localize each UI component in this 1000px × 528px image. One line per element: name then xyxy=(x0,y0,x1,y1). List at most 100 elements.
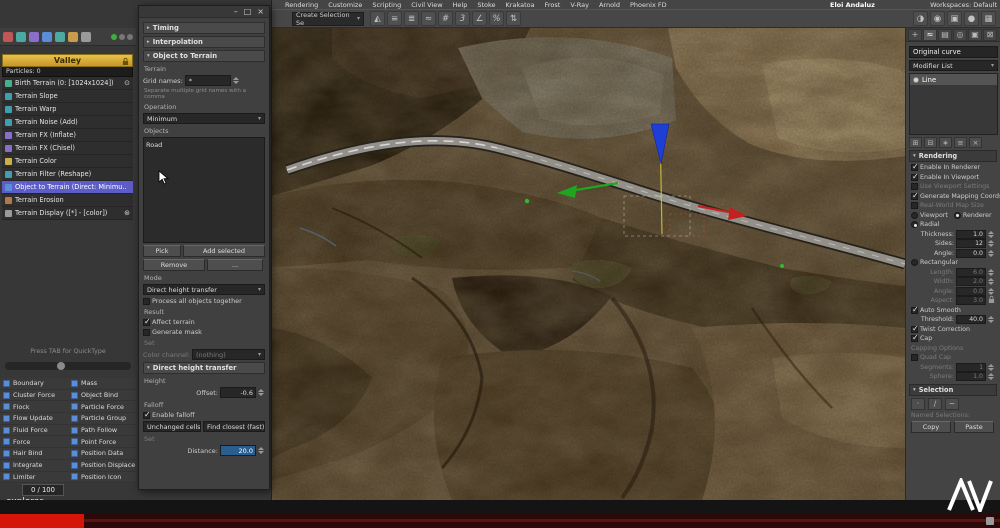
depot-item[interactable]: Boundary xyxy=(0,378,68,390)
menu-item[interactable]: Arnold xyxy=(599,1,620,9)
render-setup-icon[interactable]: ◉ xyxy=(930,11,945,26)
modify-tab-icon[interactable]: ≈ xyxy=(923,28,937,41)
operator-item[interactable]: Terrain FX (Chisel) xyxy=(2,142,133,155)
mirror-icon[interactable]: ◭ xyxy=(370,11,385,26)
real-world-checkbox[interactable] xyxy=(911,202,918,210)
operator-item[interactable]: Terrain Noise (Add) xyxy=(2,116,133,129)
spline-subobject-icon[interactable]: ~ xyxy=(945,397,959,410)
operator-item[interactable]: Terrain Display ([*] - [color]) ⊛ xyxy=(2,207,133,220)
layers-icon[interactable]: ≣ xyxy=(404,11,419,26)
width-spinner[interactable]: 2.0 xyxy=(956,277,986,287)
close-icon[interactable]: × xyxy=(257,7,264,17)
rollout-direct-height-transfer[interactable]: Direct height transfer xyxy=(143,362,265,374)
sides-spinner[interactable]: 12 xyxy=(956,239,986,249)
aspect-spinner[interactable]: 3.0 xyxy=(956,296,986,306)
depot-item[interactable]: Mass xyxy=(68,378,136,390)
rectangular-radio[interactable] xyxy=(911,259,918,267)
viewport-radio[interactable] xyxy=(911,211,918,219)
falloff-cells-dropdown[interactable]: Unchanged cells xyxy=(143,421,201,432)
workspaces-selector[interactable]: Workspaces: Default xyxy=(930,1,997,9)
timeline-strip[interactable] xyxy=(0,500,1000,514)
operator-item[interactable]: Terrain Slope xyxy=(2,90,133,103)
show-end-result-icon[interactable]: ⊟ xyxy=(924,137,937,148)
spinner-snap-icon[interactable]: ⇅ xyxy=(506,11,521,26)
copy-button[interactable]: Copy xyxy=(911,421,951,433)
remove-button[interactable]: Remove xyxy=(143,259,205,271)
depot-item[interactable]: Force xyxy=(0,436,68,449)
threshold-spinner[interactable]: 40.0 xyxy=(956,315,986,325)
menu-item[interactable]: Stoke xyxy=(477,1,495,9)
editor-tool-red[interactable] xyxy=(3,31,13,42)
material-editor-icon[interactable]: ◑ xyxy=(913,11,928,26)
renderer-radio[interactable] xyxy=(953,211,961,219)
video-progress-bar[interactable] xyxy=(0,514,1000,528)
menu-item[interactable]: Help xyxy=(453,1,468,9)
offset-spinner[interactable]: -0.6 xyxy=(220,387,256,398)
depot-item[interactable]: Flock xyxy=(0,401,68,414)
rollout-object-to-terrain[interactable]: Object to Terrain xyxy=(143,50,265,62)
radial-radio[interactable] xyxy=(911,221,918,229)
modifier-list-dropdown[interactable]: Modifier List xyxy=(909,60,998,71)
twist-correction-checkbox[interactable] xyxy=(911,324,919,333)
utilities-tab-icon[interactable]: ⊠ xyxy=(983,28,997,41)
viewport[interactable] xyxy=(272,28,907,500)
editor-tool-orange[interactable] xyxy=(68,31,78,42)
segments-spinner[interactable]: 1 xyxy=(956,362,986,372)
depot-item[interactable]: Position Displace xyxy=(68,460,136,472)
editor-zoom-slider[interactable] xyxy=(5,362,131,370)
slider-knob[interactable] xyxy=(57,362,65,370)
sphere-arrows[interactable] xyxy=(988,371,995,382)
depot-item[interactable]: Position Icon xyxy=(68,472,136,484)
tyflow-node-valley[interactable]: Valley Particles: 0 Birth Terrain (0: [1… xyxy=(2,54,133,220)
mode-dropdown[interactable]: Direct height transfer xyxy=(143,284,265,295)
menu-item[interactable]: V-Ray xyxy=(570,1,589,9)
editor-tool-blue[interactable] xyxy=(42,31,52,42)
snap-toggle-icon[interactable]: 3 xyxy=(455,11,470,26)
depot-item[interactable]: Hair Bind xyxy=(0,448,68,460)
objects-listbox[interactable]: Road xyxy=(143,137,265,243)
align-icon[interactable]: ≡ xyxy=(387,11,402,26)
editor-tool-gray[interactable] xyxy=(81,31,91,42)
menu-item[interactable]: Customize xyxy=(328,1,362,9)
operator-item[interactable]: Terrain Warp xyxy=(2,103,133,116)
grid-names-spinner[interactable] xyxy=(232,75,240,86)
rollout-selection[interactable]: Selection xyxy=(909,383,997,396)
render-production-icon[interactable]: ● xyxy=(964,11,979,26)
configure-stack-icon[interactable]: × xyxy=(969,137,982,148)
angle-arrows[interactable] xyxy=(988,248,995,259)
quad-cap-checkbox[interactable] xyxy=(911,354,918,362)
menu-item[interactable]: Phoenix FD xyxy=(630,1,667,9)
length-spinner[interactable]: 6.0 xyxy=(956,267,986,277)
add-selected-button[interactable]: Add selected xyxy=(183,245,265,257)
depot-item[interactable]: Particle Force xyxy=(68,401,136,414)
color-channel-dropdown[interactable]: (nothing) xyxy=(191,349,265,360)
curve-editor-icon[interactable]: ≈ xyxy=(421,11,436,26)
menu-item[interactable]: Rendering xyxy=(285,1,318,9)
segment-subobject-icon[interactable]: ∕ xyxy=(928,397,942,410)
depot-item[interactable]: Fluid Force xyxy=(0,425,68,437)
pick-button[interactable]: Pick xyxy=(143,245,181,257)
menu-item[interactable]: Krakatoa xyxy=(506,1,535,9)
schematic-view-icon[interactable]: # xyxy=(438,11,453,26)
depot-item[interactable]: Position Data xyxy=(68,448,136,460)
editor-tool-violet[interactable] xyxy=(29,31,39,42)
selection-set-dropdown[interactable]: Create Selection Se xyxy=(292,11,364,27)
percent-snap-icon[interactable]: % xyxy=(489,11,504,26)
depot-item[interactable]: Path Follow xyxy=(68,425,136,437)
enable-falloff-checkbox[interactable] xyxy=(143,410,151,419)
enable-viewport-checkbox[interactable] xyxy=(911,172,919,181)
threshold-arrows[interactable] xyxy=(988,314,995,325)
video-settings-icon[interactable] xyxy=(986,517,994,525)
menu-item[interactable]: Frost xyxy=(545,1,561,9)
depot-item[interactable]: Object Bind xyxy=(68,390,136,402)
operator-item[interactable]: Birth Terrain (0: [1024x1024]) ⊙ xyxy=(2,77,133,90)
offset-spinner-arrows[interactable] xyxy=(258,387,265,398)
visibility-bulb-icon[interactable] xyxy=(913,76,919,83)
angle2-spinner[interactable]: 0.0 xyxy=(956,286,986,296)
affect-terrain-checkbox[interactable] xyxy=(143,317,151,326)
sphere-spinner[interactable]: 1.0 xyxy=(956,372,986,382)
editor-tool-teal[interactable] xyxy=(16,31,26,42)
remove-modifier-icon[interactable]: ≡ xyxy=(954,137,967,148)
display-tab-icon[interactable]: ▣ xyxy=(968,28,982,41)
operator-badge-icon[interactable]: ⊛ xyxy=(124,209,130,217)
